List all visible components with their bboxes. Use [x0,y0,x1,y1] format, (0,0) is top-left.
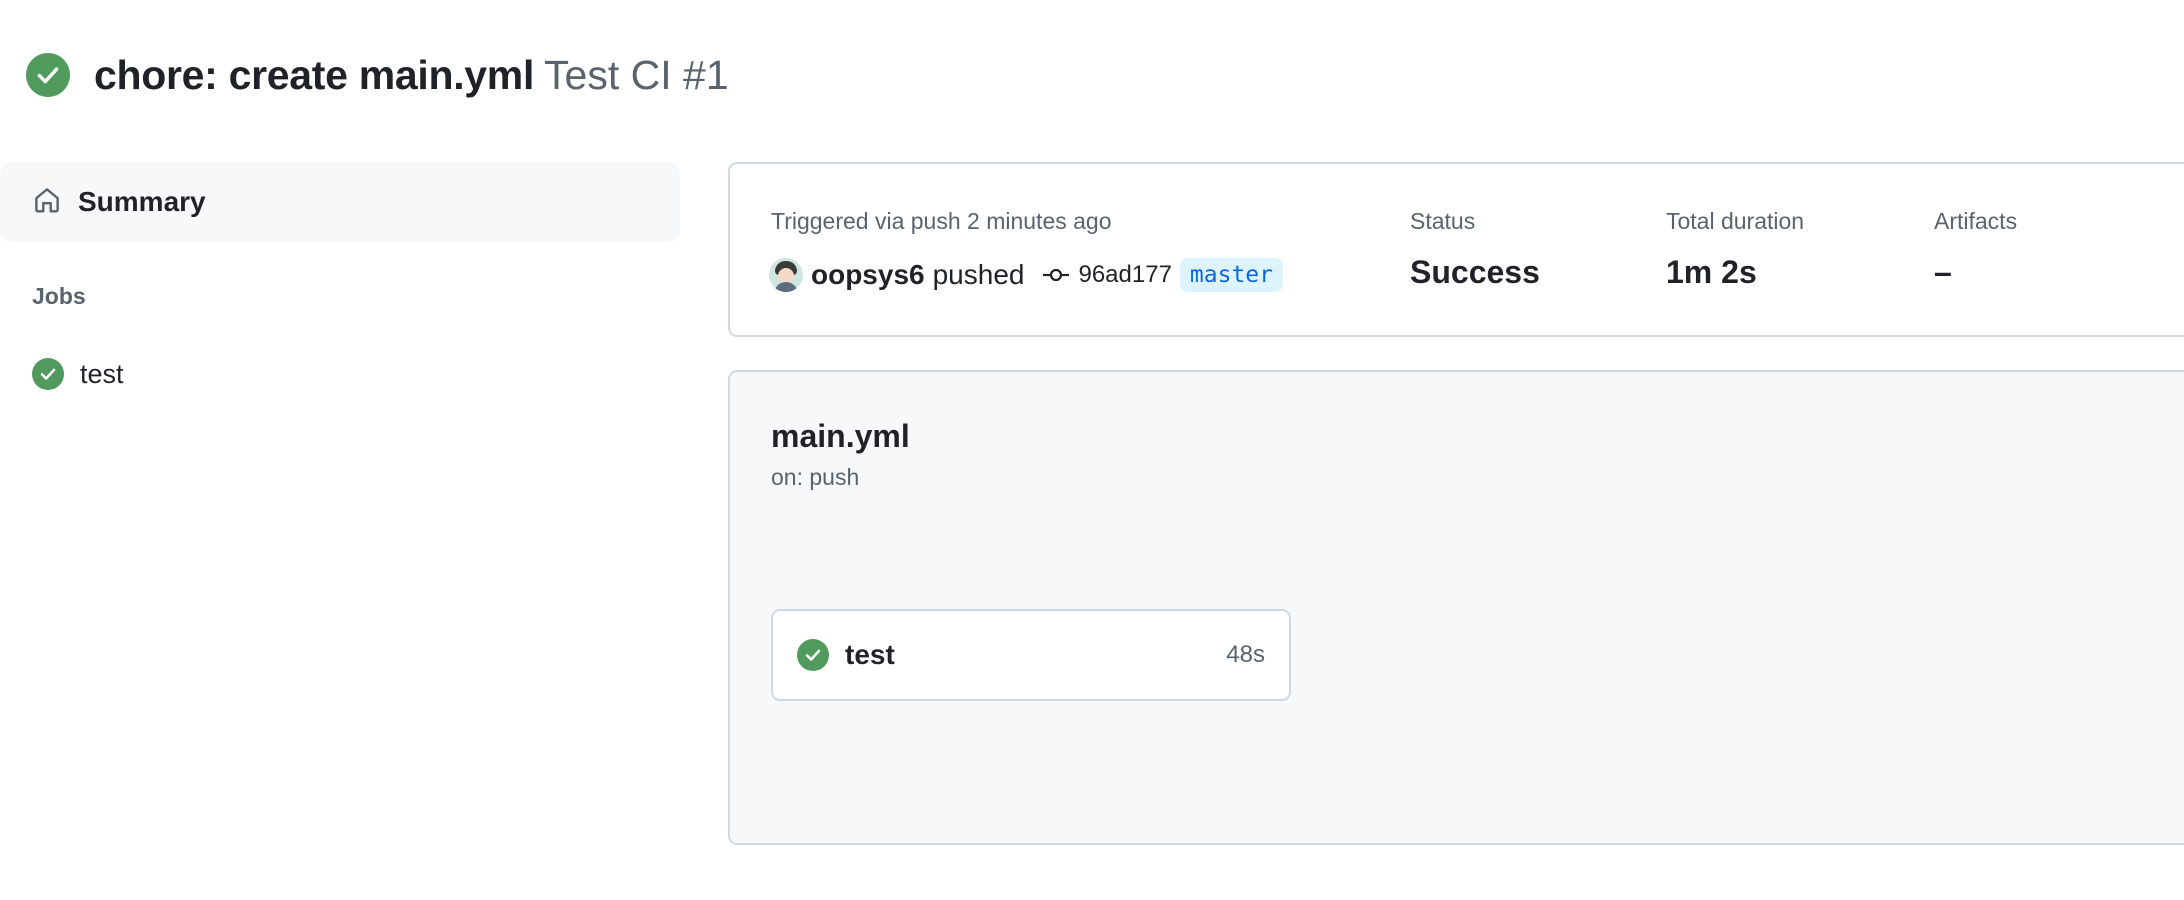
run-header: chore: create main.yml Test CI #1 [26,50,729,100]
check-circle-icon [797,639,829,671]
sidebar-item-label: Summary [78,186,206,217]
workflow-graph-card: main.yml on: push test 48s [728,370,2184,845]
push-info: oopsys6 pushed 96ad177 master [769,256,1284,294]
job-duration: 48s [1226,641,1265,668]
sidebar-item-summary[interactable]: Summary [0,162,680,242]
sidebar-item-job-test[interactable]: test [32,358,124,390]
avatar[interactable] [769,258,803,292]
check-circle-icon [26,53,70,97]
status-label: Status [1410,208,1476,234]
run-workflow-name: Test CI #1 [544,51,729,98]
git-commit-icon [1042,265,1070,285]
action-text: pushed [932,259,1025,290]
run-title: chore: create main.yml [94,51,535,98]
sidebar-item-label: test [80,358,124,389]
duration-value: 1m 2s [1666,254,1757,290]
workflow-run-page: chore: create main.yml Test CI #1 Summar… [0,0,2184,900]
job-node-test[interactable]: test 48s [771,609,1291,701]
jobs-heading: Jobs [32,283,86,309]
artifacts-value: – [1934,254,1952,290]
artifacts-label: Artifacts [1934,208,2018,234]
job-node-label: test [845,639,895,670]
check-circle-icon [32,358,64,390]
home-icon [32,185,62,220]
user-link[interactable]: oopsys6 [811,259,925,291]
duration-label: Total duration [1666,208,1805,234]
branch-badge[interactable]: master [1179,258,1284,292]
status-value: Success [1410,254,1540,290]
trigger-text: Triggered via push 2 minutes ago [771,208,1112,234]
run-summary-card: Triggered via push 2 minutes ago oopsys6… [728,162,2184,337]
workflow-file-name: main.yml [771,418,910,454]
commit-sha-link[interactable]: 96ad177 [1078,261,1171,289]
workflow-trigger: on: push [771,464,860,490]
